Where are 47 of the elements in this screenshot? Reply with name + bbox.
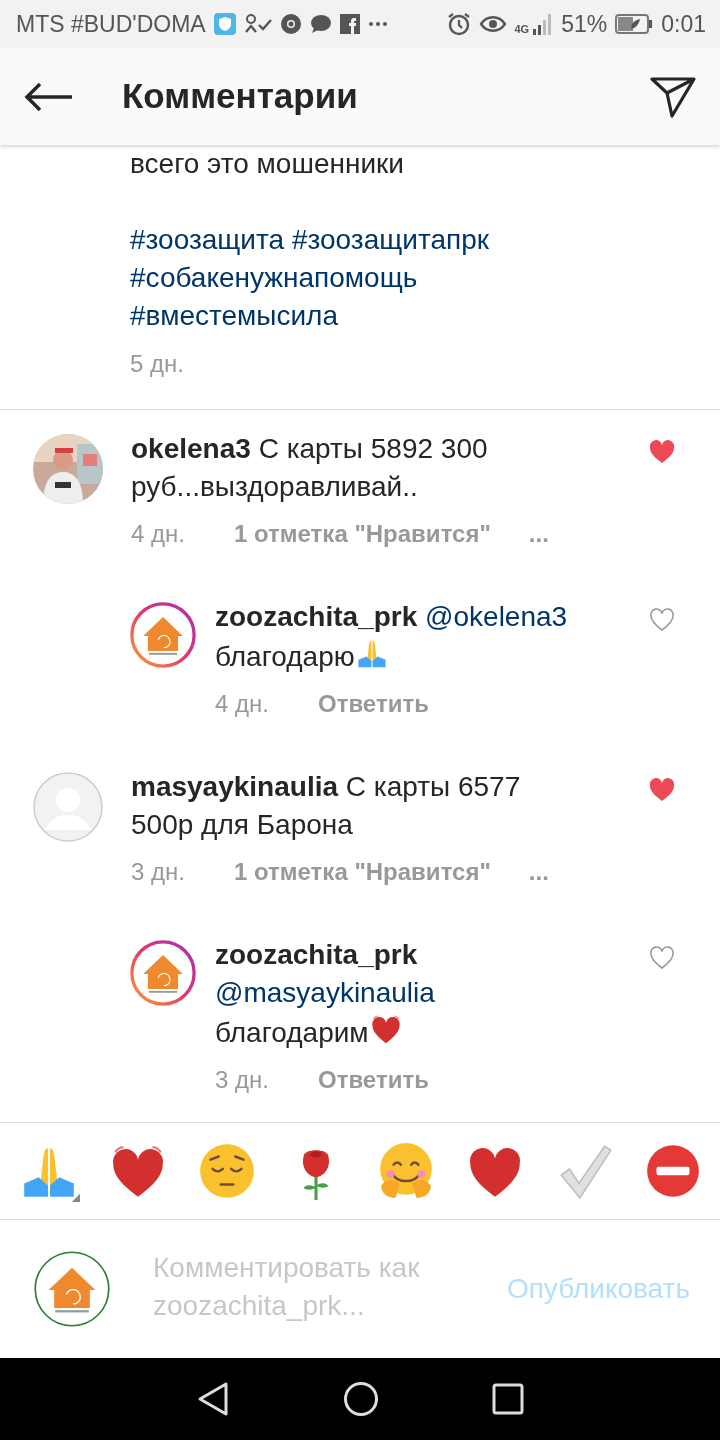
back-icon[interactable] [196,1381,231,1417]
likes-count[interactable]: 1 отметка "Нравится" [234,854,491,890]
send-icon[interactable] [650,75,696,118]
comment-time: 5 дн. [130,349,185,379]
comment-time: 4 дн. [215,689,270,719]
more-options[interactable]: ... [528,854,549,890]
home-icon[interactable] [343,1381,379,1417]
comment-text: zoozachita_prk @masyaykinaulia благодарим [215,938,436,1050]
clock-time: 0:01 [661,9,706,39]
comment-text: masyaykinaulia С карты 6577 500р для Барона [131,770,522,842]
like-heart-icon[interactable] [649,778,675,802]
comment-text: okelena3 С карты 5892 300 руб...выздоравливай.. [131,432,489,504]
page-title: Комментарии [122,75,359,118]
comment-time: 3 дн. [131,857,186,887]
carrier-name: MTS #BUD'DOMA [16,9,206,39]
house-logo-icon [33,1250,111,1328]
mention-link[interactable]: @masyaykinaulia [215,977,435,1008]
chat-bubble-icon [309,14,332,34]
like-heart-icon[interactable] [649,946,675,970]
network-label: 4G [514,24,530,35]
alarm-icon [446,12,471,36]
reply-link[interactable]: Ответить [318,1062,429,1098]
hashtag-link[interactable]: #зоозащитапрк [291,224,489,255]
mention-link[interactable]: @okelena3 [425,601,568,632]
back-arrow-icon[interactable] [24,81,74,112]
hashtag-link[interactable]: #собакенужнапомощь [130,262,418,293]
comment-time: 4 дн. [131,519,186,549]
signal-icon [533,13,554,35]
hashtag-link[interactable]: #вместемысила [130,300,338,331]
recents-icon[interactable] [491,1383,524,1415]
person-check-icon [243,14,272,34]
caption-text: всего это мошенники [130,147,405,181]
comment-time: 3 дн. [215,1065,270,1095]
like-heart-icon[interactable] [649,440,675,464]
eye-icon [478,14,507,34]
battery-percent: 51% [561,9,608,39]
browser-icon [279,13,302,35]
more-icon [367,21,388,27]
more-options[interactable]: ... [528,516,549,552]
battery-icon [615,14,654,34]
shield-icon [213,13,236,35]
hashtag-link[interactable]: #зоозащита [130,224,285,255]
like-heart-icon[interactable] [649,608,675,632]
likes-count[interactable]: 1 отметка "Нравится" [234,516,491,552]
reply-link[interactable]: Ответить [318,686,429,722]
facebook-icon [339,14,360,34]
comment-text: zoozachita_prk @okelena3 благодарю [215,600,569,674]
